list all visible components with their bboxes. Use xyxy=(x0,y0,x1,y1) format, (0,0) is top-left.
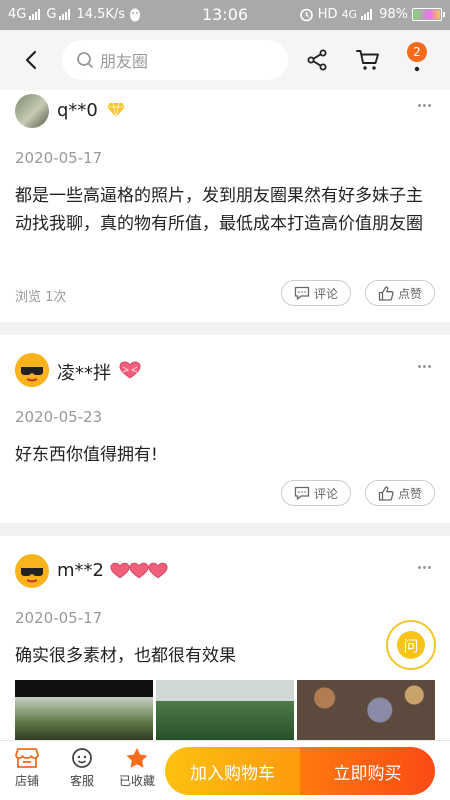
favorite-label: 已收藏 xyxy=(118,774,155,788)
review-card: q**0 2020-05-17 都是一些高逼格的照片，发到朋友圈果然有好多妹子主… xyxy=(0,90,450,322)
photo-thumbnail[interactable] xyxy=(15,680,153,740)
post-date: 2020-05-17 xyxy=(15,609,103,627)
heart-icon xyxy=(129,562,149,579)
favorite-button[interactable]: 已收藏 xyxy=(112,747,162,789)
post-text: 好东西你值得拥有! xyxy=(15,445,158,465)
photo-thumbnail[interactable] xyxy=(156,680,294,740)
store-label: 店铺 xyxy=(14,774,39,788)
cart-icon[interactable] xyxy=(355,48,381,72)
avatar[interactable] xyxy=(15,554,49,588)
comment-icon xyxy=(294,486,310,500)
username: q**0 xyxy=(57,100,98,121)
heart-icon xyxy=(110,562,130,579)
heart-icon xyxy=(148,562,168,579)
service-label: 客服 xyxy=(69,774,94,788)
search-input[interactable]: 朋友圈 xyxy=(62,40,288,80)
comment-label: 评论 xyxy=(313,486,338,501)
diamond-icon xyxy=(107,102,125,118)
view-count: 浏览 1次 xyxy=(15,290,67,305)
share-icon[interactable] xyxy=(305,48,329,72)
review-card: 凌**拌 2020-05-23 好东西你值得拥有! 评论 点赞 xyxy=(0,335,450,523)
avatar[interactable] xyxy=(15,94,49,128)
avatar[interactable] xyxy=(15,353,49,387)
more-options-icon[interactable] xyxy=(418,566,432,570)
like-label: 点赞 xyxy=(397,486,422,501)
avatar-face-icon xyxy=(15,554,49,588)
comment-button[interactable]: 评论 xyxy=(281,480,351,506)
cta-group: 加入购物车 立即购买 xyxy=(165,747,435,795)
post-photos xyxy=(15,680,435,740)
comment-label: 评论 xyxy=(313,286,338,301)
thumbs-up-icon xyxy=(378,485,394,501)
alarm-icon xyxy=(299,8,313,22)
star-icon xyxy=(126,748,148,768)
store-icon xyxy=(15,748,39,768)
more-options-icon[interactable] xyxy=(418,365,432,369)
post-date: 2020-05-17 xyxy=(15,149,103,167)
more-options-icon[interactable] xyxy=(418,104,432,108)
ask-label: 问 xyxy=(397,631,425,659)
username: 凌**拌 xyxy=(57,363,111,384)
like-button[interactable]: 点赞 xyxy=(365,480,435,506)
like-label: 点赞 xyxy=(397,286,422,301)
username: m**2 xyxy=(57,560,104,581)
buy-now-button[interactable]: 立即购买 xyxy=(300,747,435,795)
service-icon xyxy=(72,748,92,768)
post-text: 确实很多素材，也都很有效果 xyxy=(15,646,236,666)
search-placeholder: 朋友圈 xyxy=(100,52,149,71)
heart-icon xyxy=(119,361,141,379)
network-label: 4G xyxy=(341,8,358,21)
top-nav: 朋友圈 2 xyxy=(0,30,450,90)
add-to-cart-button[interactable]: 加入购物车 xyxy=(165,747,300,795)
photo-thumbnail[interactable] xyxy=(297,680,435,740)
search-icon xyxy=(77,52,93,68)
post-text: 都是一些高逼格的照片，发到朋友圈果然有好多妹子主动找我聊，真的物有所值，最低成本… xyxy=(15,186,423,234)
bottom-action-bar: 店铺 客服 已收藏 加入购物车 立即购买 xyxy=(0,740,450,800)
battery-percent: 98% xyxy=(379,7,408,22)
back-arrow-icon[interactable] xyxy=(20,48,44,72)
battery-icon xyxy=(412,8,445,21)
comment-icon xyxy=(294,286,310,300)
thumbs-up-icon xyxy=(378,285,394,301)
post-date: 2020-05-23 xyxy=(15,408,103,426)
store-button[interactable]: 店铺 xyxy=(2,747,52,789)
avatar-face-icon xyxy=(15,353,49,387)
signal-icon xyxy=(361,9,373,20)
comment-button[interactable]: 评论 xyxy=(281,280,351,306)
like-button[interactable]: 点赞 xyxy=(365,280,435,306)
status-bar: 4G G 14.5K/s 13:06 HD 4G 98% xyxy=(0,0,450,30)
customer-service-button[interactable]: 客服 xyxy=(57,747,107,789)
hd-label: HD xyxy=(317,7,338,22)
ask-button[interactable]: 问 xyxy=(386,620,436,670)
notification-badge: 2 xyxy=(407,42,427,62)
